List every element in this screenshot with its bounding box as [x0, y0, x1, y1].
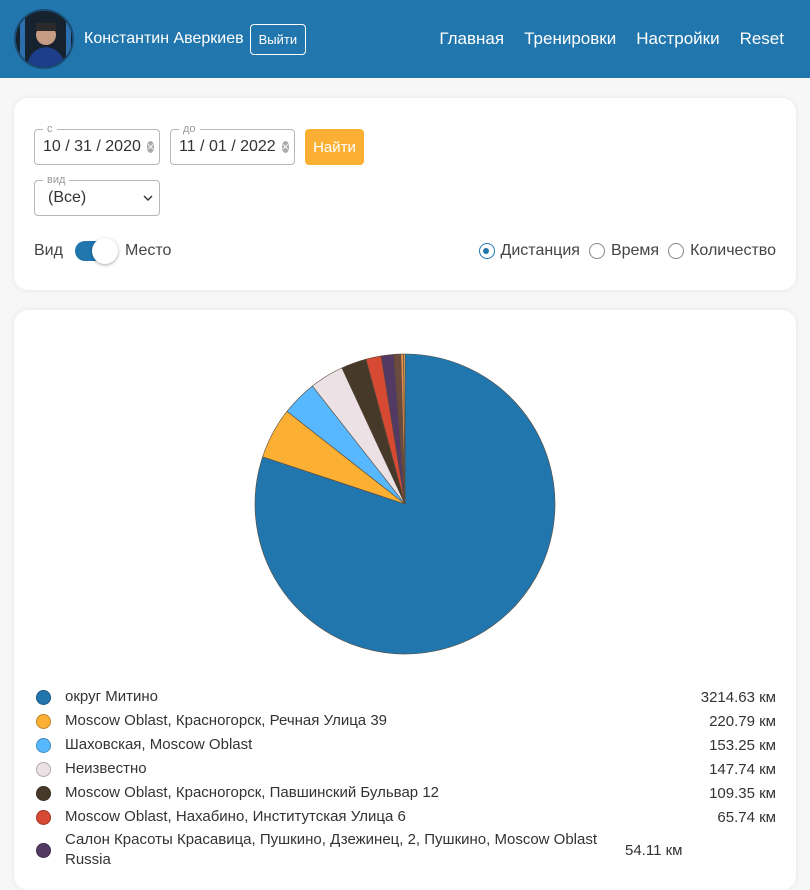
- legend-item[interactable]: Шаховская, Moscow Oblast 153.25 км: [34, 733, 776, 757]
- date-from-label: с: [43, 122, 57, 136]
- legend-value: 3214.63 км: [700, 688, 776, 706]
- legend-item[interactable]: Moscow Oblast, Красногорск, Речная Улица…: [34, 709, 776, 733]
- legend-color-dot: [36, 761, 51, 777]
- radio-distance-label: Дистанция: [500, 242, 580, 259]
- legend-item[interactable]: Moscow Oblast, Нахабино, Институтская Ул…: [34, 805, 776, 829]
- legend-value: 147.74 км: [709, 760, 776, 778]
- radio-time[interactable]: Время: [588, 242, 660, 260]
- switch-knob: [91, 238, 118, 264]
- toggle-right-label: Место: [124, 242, 172, 259]
- type-select-value: (Все): [48, 189, 87, 206]
- legend-item[interactable]: Салон Красоты Красавица, Пушкино, Дзежин…: [34, 829, 776, 871]
- date-to-label: до: [179, 122, 200, 136]
- type-select[interactable]: вид (Все): [34, 173, 160, 216]
- legend-label: округ Митино: [65, 688, 158, 705]
- date-to-field[interactable]: до 11 / 01 / 2022 ✕: [170, 122, 295, 165]
- legend-label: Салон Красоты Красавица, Пушкино, Дзежин…: [65, 831, 598, 868]
- metric-radio-group: Дистанция Время Количество: [470, 242, 776, 260]
- main-nav: Главная Тренировки Настройки Reset: [419, 29, 784, 49]
- chart-legend: округ Митино 3214.63 км Moscow Oblast, Кра…: [34, 685, 776, 871]
- radio-count[interactable]: Количество: [668, 242, 776, 260]
- nav-settings[interactable]: Настройки: [636, 29, 719, 49]
- type-label: вид: [43, 173, 70, 187]
- view-toggle-row: Вид Место: [34, 238, 172, 264]
- app-header: Константин Аверкиев Выйти Главная Тренир…: [0, 0, 810, 78]
- clear-to-icon[interactable]: ✕: [281, 141, 290, 153]
- legend-value: 109.35 км: [709, 784, 776, 802]
- legend-label: Moscow Oblast, Красногорск, Речная Улица…: [65, 712, 388, 729]
- legend-value: 54.11 км: [625, 841, 683, 859]
- radio-count-label: Количество: [690, 242, 776, 259]
- legend-label: Неизвестно: [65, 760, 147, 777]
- legend-color-dot: [36, 689, 51, 705]
- legend-color-dot: [36, 713, 51, 729]
- legend-label: Moscow Oblast, Красногорск, Павшинский Б…: [65, 784, 440, 801]
- legend-item[interactable]: округ Митино 3214.63 км: [34, 685, 776, 709]
- legend-value: 153.25 км: [709, 736, 776, 754]
- chart-card: округ Митино 3214.63 км Moscow Oblast, Кра…: [14, 310, 796, 890]
- date-to-value[interactable]: 11 / 01 / 2022: [179, 138, 276, 156]
- user-name: Константин Аверкиев: [84, 30, 244, 47]
- radio-distance[interactable]: Дистанция: [478, 242, 580, 260]
- legend-color-dot: [36, 842, 51, 858]
- legend-color-dot: [36, 785, 51, 801]
- legend-item[interactable]: Moscow Oblast, Красногорск, Павшинский Б…: [34, 781, 776, 805]
- clear-from-icon[interactable]: ✕: [146, 141, 155, 153]
- logout-button[interactable]: Выйти: [249, 23, 307, 55]
- date-from-field[interactable]: с 10 / 31 / 2020 ✕: [34, 122, 160, 165]
- legend-item[interactable]: Неизвестно 147.74 км: [34, 757, 776, 781]
- chevron-down-icon: [143, 195, 153, 201]
- legend-label: Moscow Oblast, Нахабино, Институтская Ул…: [65, 808, 406, 825]
- radio-time-indicator: [588, 243, 605, 259]
- find-button[interactable]: Найти: [305, 129, 364, 165]
- legend-value: 220.79 км: [709, 712, 776, 730]
- toggle-left-label: Вид: [34, 242, 63, 259]
- nav-trainings[interactable]: Тренировки: [524, 29, 616, 49]
- filters-card: с 10 / 31 / 2020 ✕ до 11 / 01 / 2022 ✕ Н…: [14, 98, 796, 290]
- date-from-value[interactable]: 10 / 31 / 2020: [43, 138, 141, 156]
- nav-home[interactable]: Главная: [439, 29, 504, 49]
- legend-color-dot: [36, 737, 51, 753]
- radio-count-indicator: [668, 243, 685, 259]
- radio-time-label: Время: [610, 242, 660, 259]
- legend-label: Шаховская, Moscow Oblast: [65, 736, 253, 753]
- view-place-switch[interactable]: [74, 238, 118, 264]
- avatar[interactable]: [14, 9, 74, 69]
- avatar-image: [16, 11, 72, 67]
- legend-value: 65.74 км: [717, 808, 776, 826]
- nav-reset[interactable]: Reset: [740, 29, 784, 49]
- pie-chart: [254, 353, 556, 655]
- radio-distance-indicator: [478, 243, 495, 259]
- legend-color-dot: [36, 809, 51, 825]
